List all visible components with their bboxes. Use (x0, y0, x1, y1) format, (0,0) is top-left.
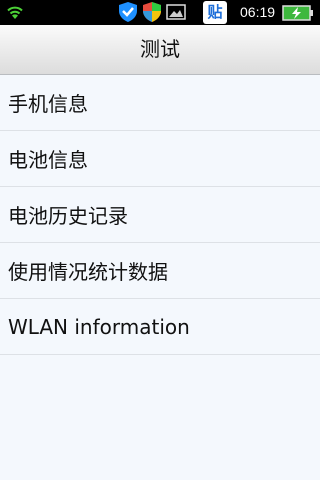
wifi-icon (7, 6, 23, 19)
tieba-label: 贴 (207, 3, 223, 21)
battery-charging-icon (282, 5, 313, 21)
menu-list: 手机信息 电池信息 电池历史记录 使用情况统计数据 WLAN informati… (0, 75, 320, 355)
list-item-wlan-info[interactable]: WLAN information (0, 299, 320, 355)
list-item-label: 电池信息 (8, 148, 88, 172)
clock: 06:19 (240, 4, 276, 20)
security-shield-icon (143, 2, 161, 22)
list-item-phone-info[interactable]: 手机信息 (0, 75, 320, 131)
list-item-label: 使用情况统计数据 (8, 260, 168, 284)
list-item-label: 手机信息 (8, 92, 88, 116)
list-item-usage-stats[interactable]: 使用情况统计数据 (0, 243, 320, 299)
list-item-label: WLAN information (8, 314, 190, 339)
status-bar: 贴 06:19 (0, 0, 320, 25)
page-title: 测试 (140, 37, 180, 61)
list-item-label: 电池历史记录 (8, 204, 128, 228)
list-item-battery-info[interactable]: 电池信息 (0, 131, 320, 187)
list-item-battery-history[interactable]: 电池历史记录 (0, 187, 320, 243)
shield-icon (119, 2, 137, 22)
image-icon (166, 4, 186, 20)
tieba-icon: 贴 (203, 1, 227, 24)
title-bar: 测试 (0, 25, 320, 75)
